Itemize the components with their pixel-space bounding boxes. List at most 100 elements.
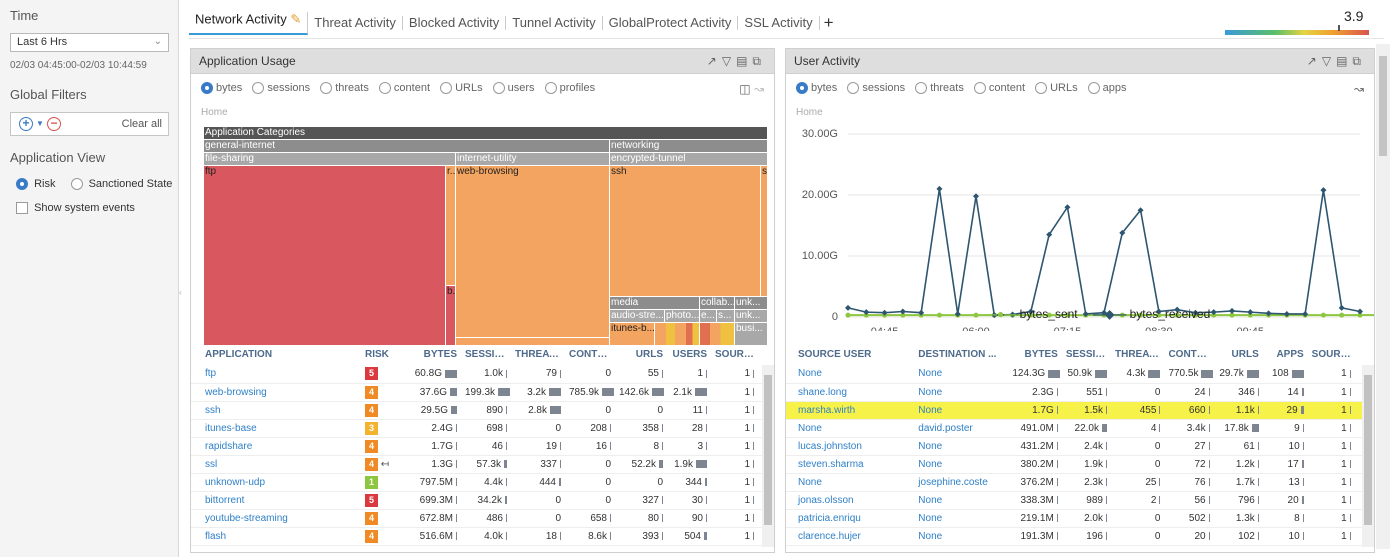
col-threats[interactable]: THREATS [511, 343, 565, 365]
application-name[interactable]: ssl [191, 455, 361, 474]
clear-all-link[interactable]: Clear all [122, 118, 162, 130]
treemap-email[interactable]: e... [700, 310, 717, 323]
table-row[interactable]: bittorrent 5 699.3M 34.2k 0 0 327 30 1 [191, 491, 774, 510]
add-filter-icon[interactable]: + [19, 117, 33, 131]
destination-user[interactable]: None [914, 383, 1009, 402]
col-bytes[interactable]: BYTES [1008, 343, 1061, 365]
tab-ssl-activity[interactable]: SSL Activity [738, 16, 820, 31]
add-tab-icon[interactable]: + [824, 13, 834, 32]
legend-label-bytes-sent[interactable]: bytes_sent [1020, 307, 1078, 321]
bytes-radio[interactable] [796, 82, 808, 95]
treemap-ssh[interactable]: ssh [610, 166, 761, 297]
table-row[interactable]: youtube-streaming 4 672.8M 486 0 658 80 90 1 [191, 509, 774, 528]
destination-user[interactable]: None [914, 509, 1009, 528]
col-sessions[interactable]: SESSIO... [1062, 343, 1111, 365]
col-threats[interactable]: THREATS [1111, 343, 1164, 365]
destination-user[interactable]: josephine.coste [914, 473, 1009, 492]
treemap-bittorrent[interactable]: b. [446, 286, 456, 346]
option-profiles[interactable]: profiles [544, 82, 595, 95]
col-content[interactable]: CONTE... [565, 343, 615, 365]
col-source[interactable]: SOURC... [1308, 343, 1355, 365]
destination-user[interactable]: None [914, 491, 1009, 510]
table-row[interactable]: None david.poster 491.0M 22.0k 4 3.4k 17.8k 9 1 [786, 419, 1374, 438]
treemap-photo[interactable]: photo... [665, 310, 700, 323]
destination-user[interactable]: None [914, 527, 1009, 546]
source-user[interactable]: marsha.wirth [786, 401, 915, 420]
option-threats[interactable]: threats [915, 82, 964, 95]
tab-globalprotect-activity[interactable]: GlobalProtect Activity [603, 16, 739, 31]
table-scrollbar[interactable] [762, 365, 774, 547]
col-destination-user[interactable]: DESTINATION ... [914, 343, 1008, 365]
treemap-ftp[interactable]: ftp [204, 166, 446, 346]
option-users[interactable]: users [492, 82, 535, 95]
breadcrumb-home[interactable]: Home [796, 107, 823, 118]
show-system-events-checkbox[interactable] [16, 202, 28, 215]
sanctioned-state-radio[interactable] [70, 178, 83, 191]
application-name[interactable]: bittorrent [191, 491, 361, 510]
source-user[interactable]: None [786, 473, 915, 492]
chevron-down-icon[interactable]: ▼ [36, 119, 44, 128]
option-urls[interactable]: URLs [440, 82, 483, 95]
table-row[interactable]: clarence.hujer None 191.3M 196 0 20 102 10 1 [786, 527, 1374, 546]
table-row[interactable]: lucas.johnston None 431.2M 2.4k 0 27 61 10 1 [786, 437, 1374, 456]
application-name[interactable]: itunes-base [191, 419, 361, 438]
line-chart-view-icon[interactable]: ↝ [754, 82, 764, 96]
col-urls[interactable]: URLS [1214, 343, 1263, 365]
option-sessions[interactable]: sessions [252, 82, 310, 95]
treemap-collaboration[interactable]: collab... [700, 297, 735, 310]
treemap-root[interactable]: Application Categories [204, 127, 768, 140]
table-scrollbar[interactable] [1362, 365, 1374, 547]
threats-radio[interactable] [320, 82, 333, 95]
source-user[interactable]: steven.sharma [786, 455, 915, 474]
option-apps[interactable]: apps [1087, 82, 1127, 95]
col-content[interactable]: CONTE... [1164, 343, 1213, 365]
source-user[interactable]: clarence.hujer [786, 527, 915, 546]
table-row[interactable]: shane.long None 2.3G 551 0 24 346 14 1 [786, 383, 1374, 402]
table-icon[interactable]: ▤ [736, 54, 752, 68]
treemap-web-browsing[interactable]: web-browsing [456, 166, 610, 338]
table-row[interactable]: ftp 5 60.8G 1.0k 79 0 55 1 1 [191, 365, 774, 384]
edit-pencil-icon[interactable]: ✎ [290, 12, 301, 27]
treemap-unknown[interactable]: unk... [735, 297, 768, 310]
table-row[interactable]: None None 124.3G 50.9k 4.3k 770.5k 29.7k 108 1 [786, 365, 1374, 384]
risk-radio[interactable] [16, 178, 28, 191]
source-user[interactable]: jonas.olsson [786, 491, 915, 510]
remove-filter-icon[interactable]: − [47, 117, 61, 131]
filter-icon[interactable]: ▽ [1322, 54, 1336, 68]
filter-icon[interactable]: ▽ [722, 54, 736, 68]
table-row[interactable]: web-browsing 4 37.6G 199.3k 3.2k 785.9k 142.6k… [191, 383, 774, 402]
source-user[interactable]: patricia.enriqu [786, 509, 915, 528]
treemap-audio-streaming[interactable]: audio-stre... [610, 310, 665, 323]
treemap-ssl[interactable]: s. [761, 166, 768, 297]
page-scrollbar-thumb[interactable] [1379, 56, 1387, 156]
application-name[interactable]: rapidshare [191, 437, 361, 456]
table-row[interactable]: ssh 4 29.5G 890 2.8k 0 0 11 1 [191, 401, 774, 420]
application-name[interactable]: ftp [191, 365, 361, 384]
table-row[interactable]: unknown-udp 1 797.5M 4.4k 444 0 0 344 1 [191, 473, 774, 492]
treemap-social[interactable]: s... [717, 310, 735, 323]
option-threats[interactable]: threats [320, 82, 369, 95]
sessions-radio[interactable] [847, 82, 860, 95]
option-bytes[interactable]: bytes [201, 82, 242, 95]
col-users[interactable]: USERS [667, 343, 711, 365]
content-radio[interactable] [973, 82, 986, 95]
table-row[interactable]: patricia.enriqu None 219.1M 2.0k 0 502 1.3k 8 1 [786, 509, 1374, 528]
tab-tunnel-activity[interactable]: Tunnel Activity [506, 16, 603, 31]
destination-user[interactable]: None [914, 401, 1009, 420]
tab-blocked-activity[interactable]: Blocked Activity [403, 16, 507, 31]
option-bytes[interactable]: bytes [796, 82, 837, 95]
table-row[interactable]: itunes-base 3 2.4G 698 0 208 358 28 1 [191, 419, 774, 438]
urls-radio[interactable] [1035, 82, 1048, 95]
table-row[interactable]: steven.sharma None 380.2M 1.9k 0 72 1.2k 17 1 [786, 455, 1374, 474]
col-apps[interactable]: APPS [1263, 343, 1308, 365]
destination-user[interactable]: None [914, 437, 1009, 456]
treemap-unknown-sub[interactable]: unk... [735, 310, 768, 323]
source-user[interactable]: lucas.johnston [786, 437, 915, 456]
source-user[interactable]: None [786, 419, 915, 438]
treemap-view-icon[interactable]: ◫ [739, 82, 750, 96]
destination-user[interactable]: None [914, 365, 1009, 384]
table-row[interactable]: marsha.wirth None 1.7G 1.5k 455 660 1.1k 29 1 [786, 401, 1374, 420]
source-user[interactable]: None [786, 365, 915, 384]
table-row[interactable]: ssl 4 ↤ 1.3G 57.3k 337 0 52.2k 1.9k 1 [191, 455, 774, 474]
legend-label-bytes-received[interactable]: bytes_received [1130, 307, 1211, 321]
